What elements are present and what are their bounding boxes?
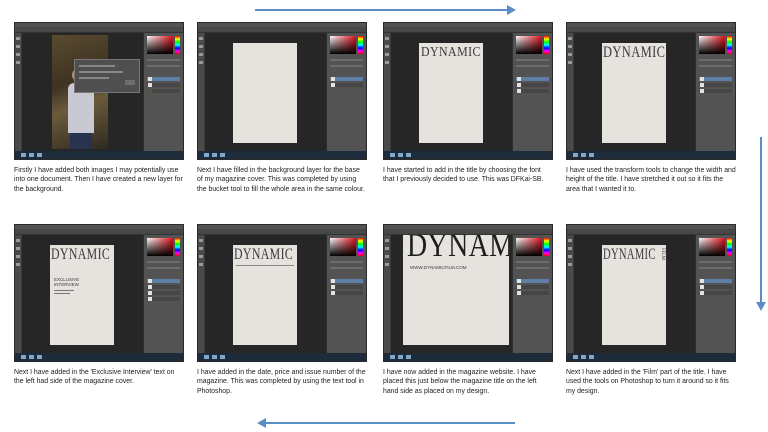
magazine-cover-canvas: DYNAM WWW.DYNAMICFILM.COM — [403, 235, 509, 345]
new-layer-dialog — [74, 59, 140, 93]
step-2: Next I have filled in the background lay… — [197, 22, 367, 194]
arrow-left-bottom — [257, 418, 515, 428]
step-caption: Firstly I have added both images I may p… — [14, 167, 183, 193]
magazine-title-zoomed: DYNAM — [407, 235, 509, 264]
photoshop-screenshot: DYNAMIC EXCLUSIVE INTERVIEW — [14, 224, 184, 362]
magazine-title: DYNAMIC — [421, 45, 481, 60]
step-6: DYNAMIC I have added in the date, price … — [197, 224, 367, 396]
step-caption: I have now added in the magazine website… — [383, 369, 537, 395]
step-caption: Next I have added in the 'Exclusive Inte… — [14, 369, 175, 386]
step-caption: I have started to add in the title by ch… — [383, 167, 544, 184]
film-text-rotated: FILM — [660, 248, 665, 260]
magazine-cover-canvas — [233, 43, 297, 143]
arrow-right-top — [255, 5, 516, 15]
photoshop-screenshot: DYNAMIC — [566, 22, 736, 160]
magazine-title: DYNAMIC — [234, 246, 294, 263]
magazine-cover-canvas: DYNAMIC FILM — [602, 245, 666, 345]
website-text: WWW.DYNAMICFILM.COM — [410, 265, 467, 270]
magazine-cover-canvas: DYNAMIC — [233, 245, 297, 345]
magazine-title: DYNAMIC — [603, 246, 656, 263]
step-8: DYNAMIC FILM Next I have added in the 'F… — [566, 224, 736, 396]
step-7: DYNAM WWW.DYNAMICFILM.COM I have now add… — [383, 224, 553, 396]
photoshop-screenshot — [197, 22, 367, 160]
magazine-cover-canvas: DYNAMIC — [419, 43, 483, 143]
step-caption: Next I have filled in the background lay… — [197, 167, 365, 193]
photoshop-screenshot: DYNAMIC FILM — [566, 224, 736, 362]
photoshop-screenshot: DYNAMIC — [197, 224, 367, 362]
arrow-down-right — [756, 137, 766, 311]
magazine-cover-canvas: DYNAMIC — [602, 43, 666, 143]
step-caption: I have used the transform tools to chang… — [566, 167, 736, 193]
photoshop-screenshot — [14, 22, 184, 160]
step-5: DYNAMIC EXCLUSIVE INTERVIEW Next I have … — [14, 224, 184, 387]
magazine-title: DYNAMIC — [51, 246, 111, 263]
magazine-title: DYNAMIC — [603, 44, 666, 61]
step-caption: I have added in the date, price and issu… — [197, 369, 366, 395]
step-caption: Next I have added in the 'Film' part of … — [566, 369, 729, 395]
step-3: DYNAMIC I have started to add in the tit… — [383, 22, 553, 185]
magazine-cover-canvas: DYNAMIC EXCLUSIVE INTERVIEW — [50, 245, 114, 345]
exclusive-interview-text: EXCLUSIVE INTERVIEW — [54, 277, 80, 287]
step-4: DYNAMIC I have used the transform tools … — [566, 22, 736, 194]
photoshop-screenshot: DYNAMIC — [383, 22, 553, 160]
photoshop-screenshot: DYNAM WWW.DYNAMICFILM.COM — [383, 224, 553, 362]
step-1: Firstly I have added both images I may p… — [14, 22, 184, 194]
